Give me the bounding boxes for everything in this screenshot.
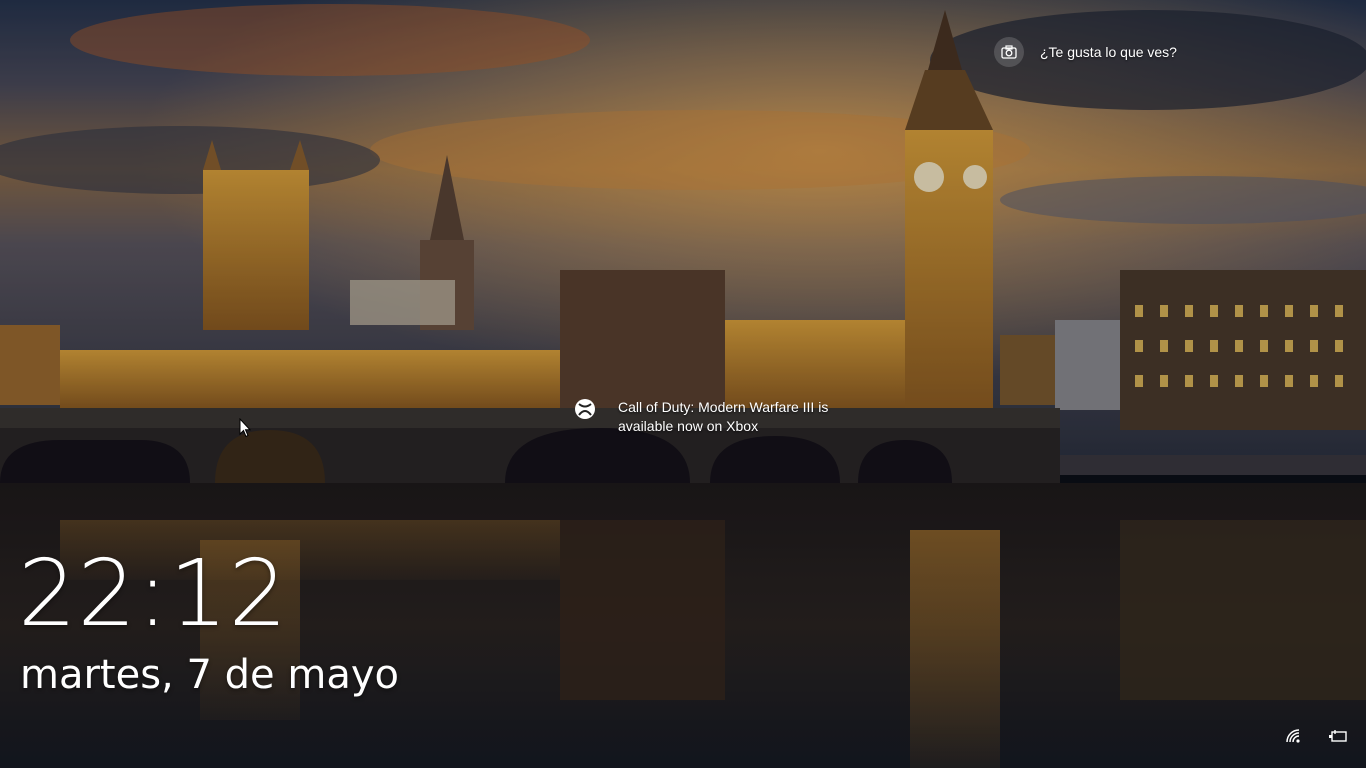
spotlight-promo-hotspot[interactable]: Call of Duty: Modern Warfare III is avai… bbox=[574, 398, 868, 436]
promo-text: Call of Duty: Modern Warfare III is avai… bbox=[618, 399, 829, 434]
spotlight-feedback-button[interactable]: ¿Te gusta lo que ves? bbox=[994, 36, 1177, 68]
lockscreen-tray bbox=[1284, 726, 1348, 746]
xbox-icon bbox=[574, 398, 596, 425]
mouse-cursor-icon bbox=[239, 418, 251, 438]
battery-icon[interactable] bbox=[1328, 726, 1348, 746]
lockscreen-time: 22:12 bbox=[18, 540, 289, 647]
wifi-icon[interactable] bbox=[1284, 726, 1304, 746]
spotlight-label: ¿Te gusta lo que ves? bbox=[1040, 44, 1177, 60]
lockscreen-date: martes, 7 de mayo bbox=[20, 652, 399, 698]
camera-icon bbox=[994, 37, 1024, 67]
